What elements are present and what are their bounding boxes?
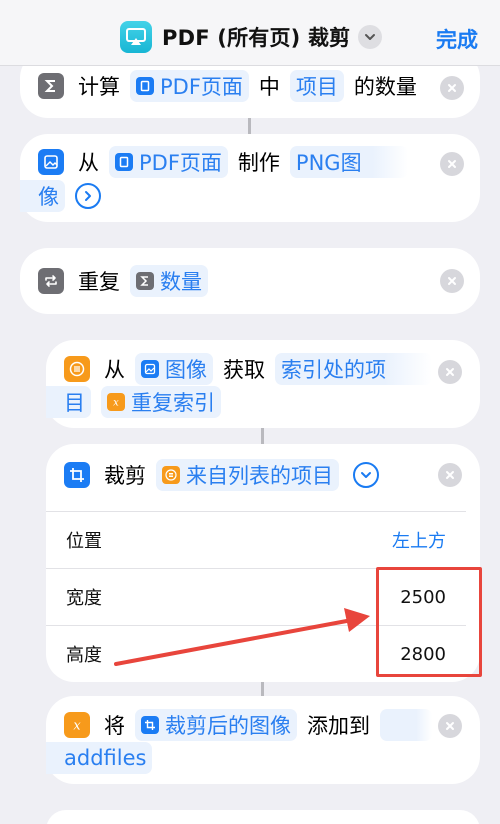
variable-name-field[interactable]: addfiles bbox=[46, 742, 153, 774]
pdf-page-label: PDF页面 bbox=[160, 75, 243, 99]
airplay-icon bbox=[120, 21, 152, 53]
list-icon bbox=[162, 466, 180, 484]
done-button[interactable]: 完成 bbox=[436, 24, 478, 54]
variable-icon: x bbox=[107, 393, 125, 411]
list-item-label: 来自列表的项目 bbox=[186, 464, 333, 488]
variable-name-field-start[interactable] bbox=[380, 709, 432, 741]
shortcut-title: PDF (所有页) 裁剪 bbox=[162, 26, 351, 50]
action-connector-text: 获取 bbox=[223, 358, 265, 382]
width-label: 宽度 bbox=[66, 588, 102, 609]
variable-icon: x bbox=[64, 712, 90, 738]
action-connector-text: 添加到 bbox=[307, 714, 370, 738]
repeat-action-card[interactable]: 重复 数量 bbox=[20, 248, 480, 314]
image-icon bbox=[38, 149, 64, 175]
add-to-variable-action-card[interactable]: x 将 裁剪后的图像 添加到 addfiles bbox=[46, 696, 480, 784]
action-verb: 裁剪 bbox=[104, 464, 146, 488]
repeat-icon bbox=[38, 268, 64, 294]
remove-action-button[interactable] bbox=[440, 76, 464, 100]
navigation-bar: PDF (所有页) 裁剪 完成 bbox=[0, 0, 500, 66]
action-verb: 将 bbox=[104, 714, 125, 738]
image-variable-label: 图像 bbox=[165, 358, 207, 382]
get-mode-parameter-cont[interactable]: 目 bbox=[46, 386, 91, 418]
remove-action-button[interactable] bbox=[438, 360, 462, 384]
action-tail-text: 的数量 bbox=[353, 75, 417, 99]
pdf-page-label: PDF页面 bbox=[139, 151, 222, 175]
image-variable[interactable]: 图像 bbox=[135, 353, 213, 385]
svg-text:x: x bbox=[113, 398, 119, 409]
expand-options-button[interactable] bbox=[75, 183, 101, 209]
crop-icon bbox=[141, 716, 159, 734]
action-verb: 从 bbox=[78, 151, 99, 175]
image-format-parameter-cont[interactable]: 像 bbox=[20, 180, 65, 212]
make-image-action-card[interactable]: 从 PDF页面 制作 PNG图 像 bbox=[20, 134, 480, 222]
pdf-page-variable[interactable]: PDF页面 bbox=[109, 146, 228, 178]
cropped-image-variable[interactable]: 裁剪后的图像 bbox=[135, 709, 297, 741]
count-variable-label: 数量 bbox=[160, 270, 202, 294]
image-icon bbox=[141, 360, 159, 378]
remove-action-button[interactable] bbox=[440, 152, 464, 176]
svg-text:x: x bbox=[73, 719, 81, 734]
action-connector-text: 中 bbox=[258, 75, 280, 99]
pdf-page-variable[interactable]: PDF页面 bbox=[130, 70, 249, 102]
action-verb: 从 bbox=[104, 358, 125, 382]
list-item-variable[interactable]: 来自列表的项目 bbox=[156, 459, 339, 491]
action-verb: 重复 bbox=[78, 270, 120, 294]
remove-action-button[interactable] bbox=[438, 463, 462, 487]
collapse-options-button[interactable] bbox=[353, 462, 379, 488]
position-row[interactable]: 位置 左上方 bbox=[46, 511, 466, 568]
crop-icon bbox=[64, 462, 90, 488]
get-item-action-card[interactable]: 从 图像 获取 索引处的项 目 x 重复索引 bbox=[46, 340, 480, 428]
count-variable[interactable]: 数量 bbox=[130, 265, 208, 297]
action-connector-text: 制作 bbox=[237, 151, 280, 175]
item-type-parameter[interactable]: 项目 bbox=[289, 70, 344, 102]
repeat-index-variable[interactable]: x 重复索引 bbox=[101, 386, 221, 418]
position-value[interactable]: 左上方 bbox=[392, 527, 446, 553]
annotation-highlight-box bbox=[376, 567, 482, 677]
get-mode-parameter[interactable]: 索引处的项 bbox=[275, 353, 432, 385]
connector-line bbox=[261, 680, 264, 696]
connector-line bbox=[248, 118, 251, 134]
document-icon bbox=[115, 153, 133, 171]
cropped-image-label: 裁剪后的图像 bbox=[165, 714, 291, 738]
document-icon bbox=[136, 77, 154, 95]
list-icon bbox=[64, 356, 90, 382]
connector-line bbox=[261, 428, 264, 444]
position-label: 位置 bbox=[66, 531, 102, 552]
height-label: 高度 bbox=[66, 645, 102, 666]
chevron-down-icon[interactable] bbox=[358, 25, 383, 49]
repeat-index-label: 重复索引 bbox=[131, 391, 215, 415]
remove-action-button[interactable] bbox=[438, 714, 462, 738]
remove-action-button[interactable] bbox=[440, 269, 464, 293]
action-verb: 计算 bbox=[78, 75, 120, 99]
next-action-card[interactable] bbox=[46, 810, 480, 824]
image-format-parameter[interactable]: PNG图 bbox=[289, 146, 408, 178]
sigma-icon bbox=[136, 272, 154, 290]
sigma-icon bbox=[38, 73, 64, 99]
shortcut-title-menu[interactable]: PDF (所有页) 裁剪 bbox=[120, 20, 383, 54]
